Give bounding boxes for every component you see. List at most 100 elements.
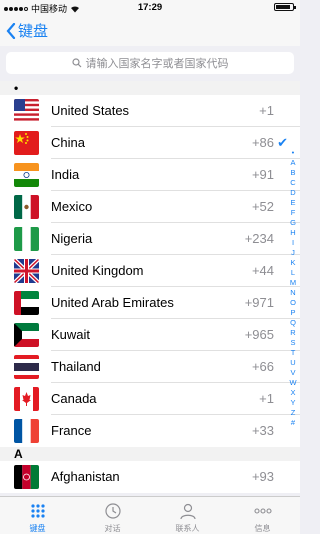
index-letter[interactable]: U <box>290 358 295 368</box>
index-letter[interactable]: Q <box>290 318 296 328</box>
country-code: +1 <box>259 103 274 118</box>
country-code: +234 <box>244 231 274 246</box>
tab-label: 联系人 <box>175 524 200 533</box>
country-row-united-kingdom[interactable]: United Kingdom +44 <box>0 255 300 287</box>
country-name: Thailand <box>51 359 101 374</box>
index-letter[interactable]: H <box>290 228 295 238</box>
index-letter[interactable]: M <box>290 278 296 288</box>
country-row-nigeria[interactable]: Nigeria +234 <box>0 223 300 255</box>
tab-label: 键盘 <box>29 524 46 533</box>
cn-flag-icon <box>14 131 39 155</box>
fr-flag-icon <box>14 419 39 443</box>
index-letter[interactable]: G <box>290 218 296 228</box>
gb-flag-icon <box>14 259 39 283</box>
country-row-mexico[interactable]: Mexico +52 <box>0 191 300 223</box>
country-name: India <box>51 167 80 182</box>
country-code: +93 <box>251 469 274 484</box>
index-letter[interactable]: Y <box>290 398 295 408</box>
country-code: +52 <box>251 199 274 214</box>
country-row-china[interactable]: China +86 ✔ <box>0 127 300 159</box>
tab-more[interactable]: 信息 <box>225 497 300 534</box>
contact-icon <box>177 501 199 521</box>
section-header: A <box>0 447 300 461</box>
index-letter[interactable]: R <box>290 328 295 338</box>
us-flag-icon <box>14 99 39 123</box>
index-letter[interactable]: C <box>290 178 295 188</box>
index-letter[interactable]: E <box>290 198 295 208</box>
country-name: Nigeria <box>51 231 93 246</box>
th-flag-icon <box>14 355 39 379</box>
more-icon <box>252 501 274 521</box>
battery-icon <box>274 3 296 11</box>
index-letter[interactable]: O <box>290 298 296 308</box>
index-letter[interactable]: F <box>291 208 296 218</box>
country-code: +66 <box>251 359 274 374</box>
search-input[interactable]: 请输入国家名字或者国家代码 <box>6 52 294 74</box>
mx-flag-icon <box>14 195 39 219</box>
country-row-united-states[interactable]: United States +1 <box>0 95 300 127</box>
country-code: +33 <box>251 423 274 438</box>
tab-label: 对话 <box>104 524 121 533</box>
index-letter[interactable]: I <box>292 238 294 248</box>
search-placeholder: 请输入国家名字或者国家代码 <box>85 58 229 70</box>
tab-history[interactable]: 对话 <box>75 497 150 534</box>
back-button[interactable]: 键盘 <box>6 20 48 41</box>
country-row-india[interactable]: India +91 <box>0 159 300 191</box>
ng-flag-icon <box>14 227 39 251</box>
country-code: +971 <box>244 295 274 310</box>
index-letter[interactable]: W <box>289 378 296 388</box>
country-row-kuwait[interactable]: Kuwait +965 <box>0 319 300 351</box>
index-letter[interactable]: K <box>290 258 295 268</box>
index-letter[interactable]: N <box>290 288 295 298</box>
country-name: United Arab Emirates <box>51 295 174 310</box>
index-letter[interactable]: V <box>290 368 295 378</box>
index-letter[interactable]: A <box>290 158 295 168</box>
country-code: +44 <box>251 263 274 278</box>
tab-contacts[interactable]: 联系人 <box>150 497 225 534</box>
alphabet-index[interactable]: • A B C D E F G H I J K L M N O P Q R S T U V W X Y Z # <box>287 148 299 428</box>
country-name: France <box>51 423 92 438</box>
af-flag-icon <box>14 465 39 489</box>
search-bar: 请输入国家名字或者国家代码 <box>0 46 300 81</box>
country-name: Canada <box>51 391 97 406</box>
country-row-canada[interactable]: Canada +1 <box>0 383 300 415</box>
index-letter[interactable]: P <box>290 308 295 318</box>
country-row-united-arab-emirates[interactable]: United Arab Emirates +971 <box>0 287 300 319</box>
index-letter[interactable]: • <box>292 148 295 158</box>
tab-bar: 键盘 对话 联系人 信息 <box>0 496 300 534</box>
index-letter[interactable]: S <box>290 338 295 348</box>
index-letter[interactable]: X <box>290 388 295 398</box>
index-letter[interactable]: # <box>291 418 295 428</box>
section-header: • <box>0 81 300 95</box>
ae-flag-icon <box>14 291 39 315</box>
country-code: +86 <box>251 135 274 150</box>
country-code: +91 <box>251 167 274 182</box>
country-name: United States <box>51 103 130 118</box>
kw-flag-icon <box>14 323 39 347</box>
clock: 17:29 <box>137 2 163 13</box>
country-name: Kuwait <box>51 327 91 342</box>
index-letter[interactable]: J <box>291 248 295 258</box>
status-bar: 中国移动 17:29 <box>0 0 300 14</box>
country-name: Mexico <box>51 199 93 214</box>
index-letter[interactable]: L <box>291 268 295 278</box>
index-letter[interactable]: T <box>291 348 296 358</box>
chevron-left-icon <box>6 22 16 39</box>
index-letter[interactable]: Z <box>291 408 296 418</box>
country-name: China <box>51 135 85 150</box>
back-label: 键盘 <box>18 23 49 40</box>
tab-label: 信息 <box>254 524 271 533</box>
country-row-france[interactable]: France +33 <box>0 415 300 447</box>
tab-keypad[interactable]: 键盘 <box>0 497 75 534</box>
country-row-thailand[interactable]: Thailand +66 <box>0 351 300 383</box>
in-flag-icon <box>14 163 39 187</box>
index-letter[interactable]: B <box>290 168 295 178</box>
nav-bar: 键盘 <box>0 14 300 46</box>
country-code: +965 <box>244 327 274 342</box>
country-name: Afghanistan <box>51 469 120 484</box>
history-icon <box>102 501 124 521</box>
country-code: +1 <box>259 391 274 406</box>
index-letter[interactable]: D <box>290 188 295 198</box>
country-row-afghanistan[interactable]: Afghanistan +93 <box>0 461 300 493</box>
country-name: United Kingdom <box>51 263 144 278</box>
